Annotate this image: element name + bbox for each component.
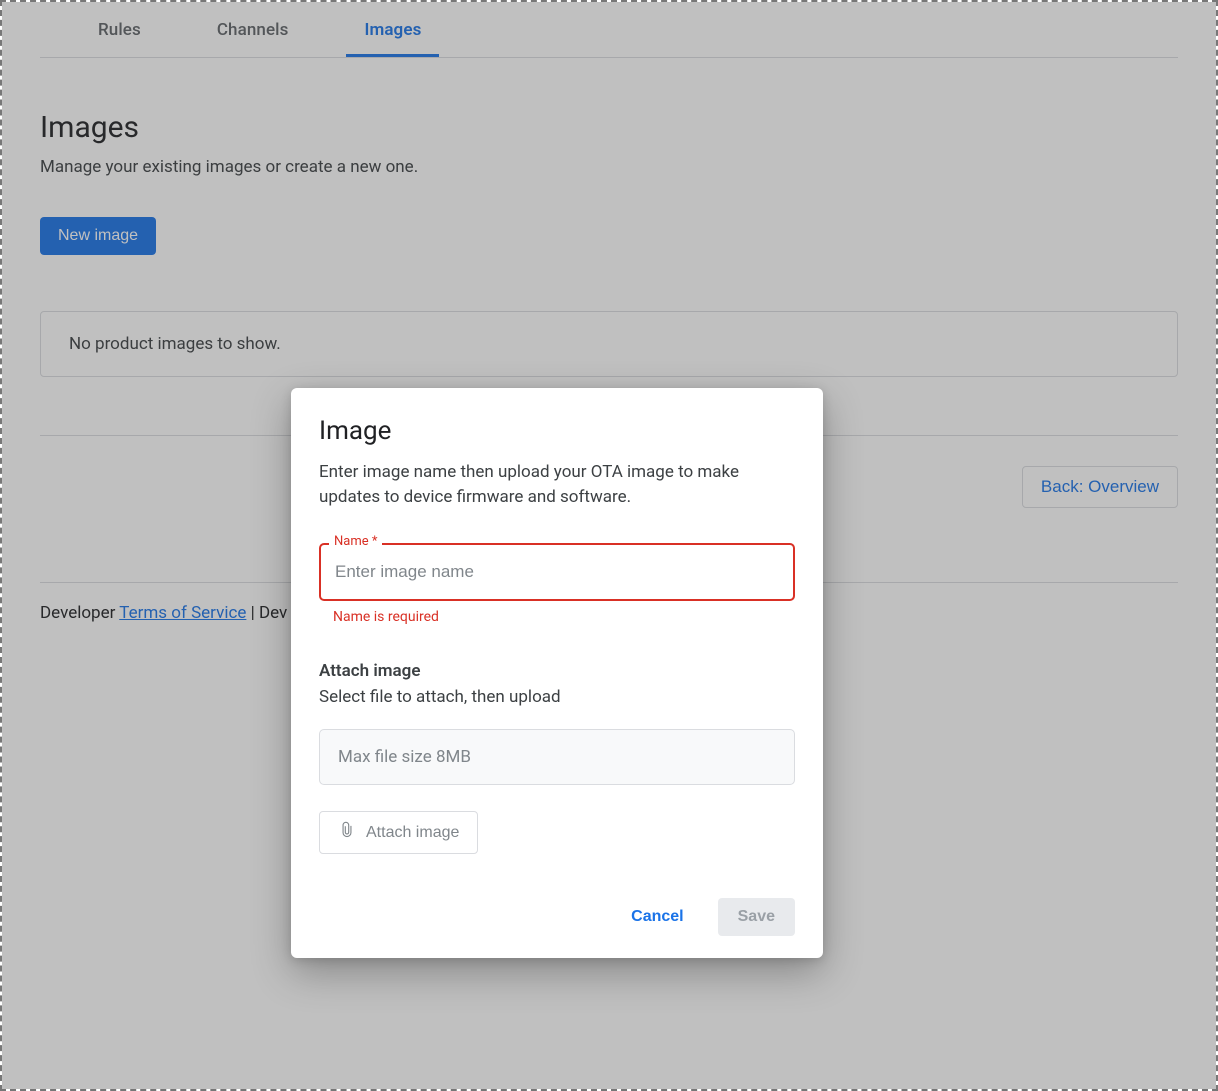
paperclip-icon [338, 821, 356, 844]
attach-image-button[interactable]: Attach image [319, 811, 478, 854]
save-button[interactable]: Save [718, 898, 795, 936]
attach-image-label: Attach image [366, 824, 459, 842]
image-dialog: Image Enter image name then upload your … [291, 388, 823, 958]
name-error-text: Name is required [319, 609, 795, 625]
dialog-title: Image [319, 416, 795, 446]
name-field: Name * Name is required [319, 543, 795, 625]
dialog-subtitle: Enter image name then upload your OTA im… [319, 460, 795, 509]
attach-description: Select file to attach, then upload [319, 687, 795, 707]
cancel-button[interactable]: Cancel [617, 898, 697, 936]
file-drop-box[interactable]: Max file size 8MB [319, 729, 795, 785]
attach-heading: Attach image [319, 661, 795, 681]
name-label: Name * [329, 534, 382, 549]
name-input[interactable] [319, 543, 795, 601]
